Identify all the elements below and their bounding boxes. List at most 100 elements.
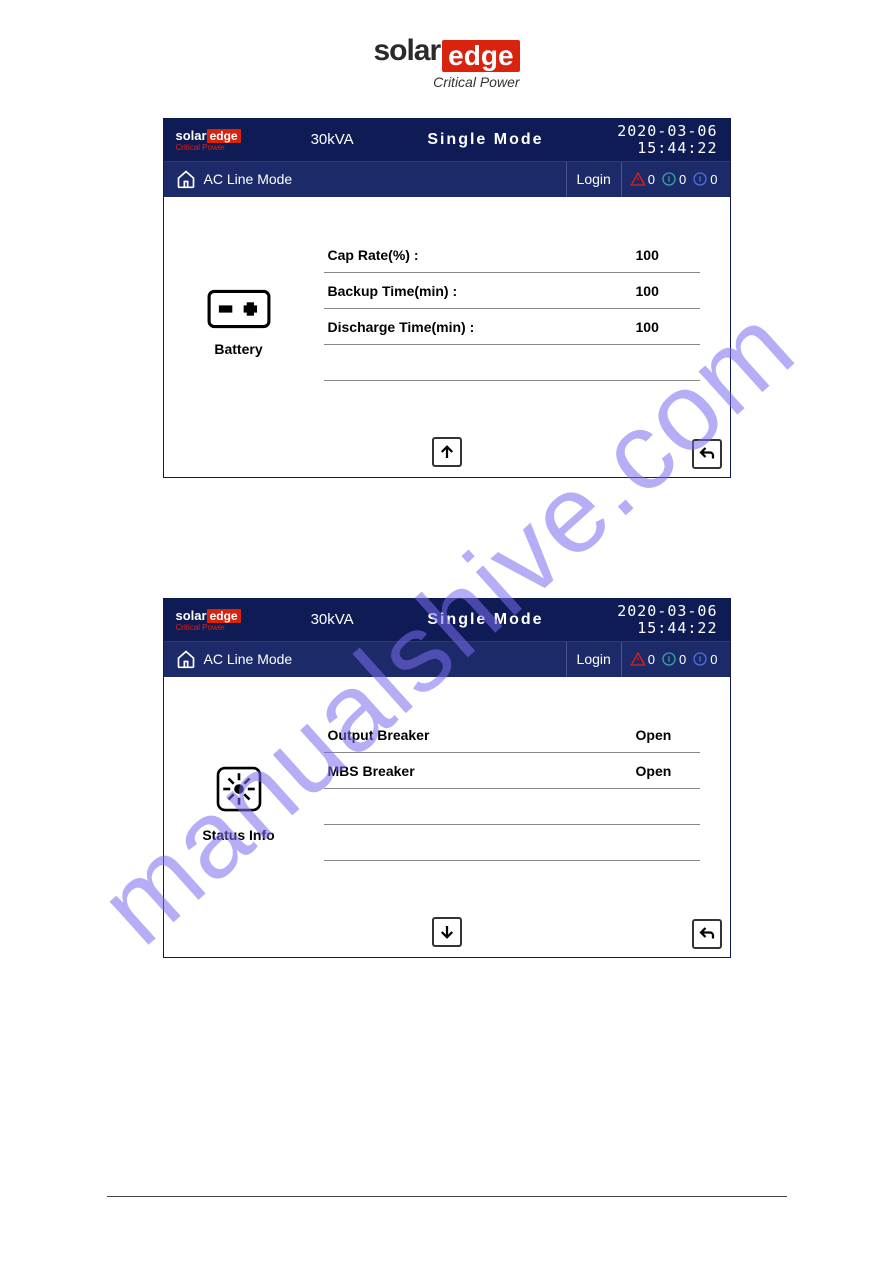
- nav-down-button[interactable]: [432, 917, 462, 947]
- info2-status: 0: [692, 651, 717, 667]
- info2-count: 0: [710, 172, 717, 187]
- table-row: Cap Rate(%) :100: [324, 237, 700, 273]
- battery-icon: [206, 287, 272, 331]
- ups-panel: solaredge Critical Power 30kVA Single Mo…: [163, 598, 731, 958]
- panel-footer: [164, 907, 730, 957]
- section-label: Status Info: [202, 827, 274, 843]
- mini-edge: edge: [207, 129, 241, 143]
- table-row: MBS Breaker Open: [324, 753, 700, 789]
- kva-label: 30kVA: [311, 131, 354, 148]
- info-circle-icon: [692, 171, 708, 187]
- row-value: Open: [636, 727, 696, 748]
- line-mode: AC Line Mode: [176, 649, 566, 669]
- line-mode-text: AC Line Mode: [204, 651, 293, 667]
- warn-status: 0: [630, 171, 655, 187]
- panel-header: solaredge Critical Power 30kVA Single Mo…: [164, 119, 730, 161]
- table-row: Backup Time(min) : 100: [324, 273, 700, 309]
- datetime: 2020-03-06 15:44:22: [617, 123, 717, 156]
- brand-tagline: Critical Power: [373, 74, 519, 90]
- status-icons: 0 0 0: [622, 651, 718, 667]
- warn-count: 0: [648, 652, 655, 667]
- mini-logo: solaredge Critical Power: [176, 127, 241, 152]
- row-value: 100: [636, 283, 696, 304]
- inter-caption: [163, 512, 731, 526]
- panel-body: Battery Cap Rate(%) :100 Backup Time(min…: [164, 197, 730, 427]
- mini-logo: solaredge Critical Power: [176, 607, 241, 632]
- nav-back-button[interactable]: [692, 439, 722, 469]
- panel-subheader: AC Line Mode Login 0 0 0: [164, 161, 730, 197]
- time: 15:44:22: [617, 140, 717, 157]
- arrow-down-icon: [438, 923, 456, 941]
- sun-status-icon: [211, 761, 267, 817]
- time: 15:44:22: [617, 620, 717, 637]
- home-icon: [176, 169, 196, 189]
- info1-count: 0: [679, 652, 686, 667]
- battery-panel-wrap: solaredge Critical Power 30kVA Single Mo…: [163, 118, 731, 502]
- panel-body: Status Info Output Breaker Open MBS Break…: [164, 677, 730, 907]
- panel-footer: [164, 427, 730, 477]
- section-icon-area: Battery: [164, 197, 314, 427]
- nav-up-button[interactable]: [432, 437, 462, 467]
- info1-status: 0: [661, 171, 686, 187]
- mode-title: Single Mode: [354, 611, 618, 629]
- panel-header: solaredge Critical Power 30kVA Single Mo…: [164, 599, 730, 641]
- login-button[interactable]: Login: [566, 162, 622, 197]
- warning-triangle-icon: [630, 651, 646, 667]
- brand-solar: solar: [373, 34, 440, 67]
- row-label: Discharge Time(min) :: [328, 319, 475, 340]
- figure-caption: [163, 964, 731, 982]
- mode-title: Single Mode: [354, 131, 618, 149]
- line-mode-text: AC Line Mode: [204, 171, 293, 187]
- status-panel-wrap: solaredge Critical Power 30kVA Single Mo…: [163, 598, 731, 982]
- info-circle-icon: [692, 651, 708, 667]
- row-value: [636, 799, 696, 820]
- table-row: [324, 825, 700, 861]
- mini-edge: edge: [207, 609, 241, 623]
- panel-subheader: AC Line Mode Login 0 0 0: [164, 641, 730, 677]
- section-label: Battery: [214, 341, 262, 357]
- home-icon: [176, 649, 196, 669]
- warning-triangle-icon: [630, 171, 646, 187]
- date: 2020-03-06: [617, 603, 717, 620]
- row-label: Cap Rate(%) :: [328, 247, 419, 268]
- brand-logo: solaredge Critical Power: [373, 34, 519, 90]
- mini-solar: solar: [176, 128, 207, 143]
- figure-caption: [163, 484, 731, 502]
- status-icons: 0 0 0: [622, 171, 718, 187]
- date: 2020-03-06: [617, 123, 717, 140]
- table-row: Output Breaker Open: [324, 717, 700, 753]
- ups-panel: solaredge Critical Power 30kVA Single Mo…: [163, 118, 731, 478]
- table-row: [324, 345, 700, 381]
- section-icon-area: Status Info: [164, 677, 314, 907]
- page-header: solaredge Critical Power: [0, 0, 893, 100]
- data-rows: Output Breaker Open MBS Breaker Open: [314, 677, 730, 907]
- line-mode: AC Line Mode: [176, 169, 566, 189]
- datetime: 2020-03-06 15:44:22: [617, 603, 717, 636]
- info1-count: 0: [679, 172, 686, 187]
- back-arrow-icon: [698, 445, 716, 463]
- row-value: [636, 355, 696, 376]
- kva-label: 30kVA: [311, 611, 354, 628]
- row-value: Open: [636, 763, 696, 784]
- row-label: MBS Breaker: [328, 763, 415, 784]
- warn-count: 0: [648, 172, 655, 187]
- row-label: Backup Time(min) :: [328, 283, 458, 304]
- info1-status: 0: [661, 651, 686, 667]
- table-row: Discharge Time(min) : 100: [324, 309, 700, 345]
- table-row: [324, 789, 700, 825]
- warn-status: 0: [630, 651, 655, 667]
- info2-status: 0: [692, 171, 717, 187]
- row-value: 100: [636, 319, 696, 340]
- nav-back-button[interactable]: [692, 919, 722, 949]
- brand-edge: edge: [442, 40, 519, 72]
- page-footer: [107, 1196, 787, 1203]
- info-circle-icon: [661, 651, 677, 667]
- data-rows: Cap Rate(%) :100 Backup Time(min) :100 D…: [314, 197, 730, 427]
- info-circle-icon: [661, 171, 677, 187]
- info2-count: 0: [710, 652, 717, 667]
- arrow-up-icon: [438, 443, 456, 461]
- back-arrow-icon: [698, 925, 716, 943]
- row-label: Output Breaker: [328, 727, 430, 748]
- mini-tagline: Critical Power: [176, 143, 241, 152]
- login-button[interactable]: Login: [566, 642, 622, 677]
